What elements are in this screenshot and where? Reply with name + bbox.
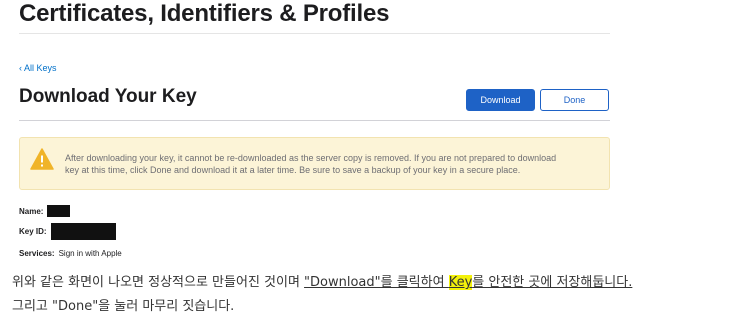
warning-text: After downloading your key, it cannot be… bbox=[65, 152, 609, 176]
key-name-row: Name: bbox=[19, 205, 71, 217]
services-value: Sign in with Apple bbox=[58, 249, 122, 258]
keyid-redacted bbox=[50, 223, 116, 240]
page-title: Certificates, Identifiers & Profiles bbox=[19, 0, 390, 27]
caption-text: 위와 같은 화면이 나오면 정상적으로 만들어진 것이며 "Download"를… bbox=[12, 271, 632, 319]
header-divider bbox=[19, 33, 610, 34]
services-row: Services: Sign in with Apple bbox=[19, 249, 122, 258]
section-divider bbox=[19, 120, 610, 121]
caption-line1-part1: 위와 같은 화면이 나오면 정상적으로 만들어진 것이며 bbox=[12, 275, 305, 290]
name-redacted bbox=[47, 205, 71, 217]
warning-banner: After downloading your key, it cannot be… bbox=[19, 137, 610, 190]
key-id-row: Key ID: bbox=[19, 223, 116, 240]
caption-line1-part3: 를 안전한 곳에 저장해둡니다. bbox=[472, 275, 633, 290]
section-title: Download Your Key bbox=[19, 86, 197, 107]
name-label: Name: bbox=[19, 206, 44, 216]
caption-line-2: 그리고 "Done"을 눌러 마무리 짓습니다. bbox=[12, 299, 235, 314]
done-button[interactable]: Done bbox=[540, 89, 609, 111]
warning-line-2: key at this time, click Done and downloa… bbox=[65, 165, 521, 175]
warning-line-1: After downloading your key, it cannot be… bbox=[65, 153, 557, 163]
caption-key-highlight: Key bbox=[448, 275, 473, 290]
warning-triangle-icon bbox=[30, 148, 54, 170]
download-button[interactable]: Download bbox=[466, 89, 535, 111]
keyid-label: Key ID: bbox=[19, 227, 47, 236]
services-label: Services: bbox=[19, 249, 55, 258]
all-keys-link[interactable]: ‹ All Keys bbox=[19, 63, 57, 73]
caption-line1-part2: "Download"를 클릭하여 bbox=[304, 275, 449, 290]
caption-line-1: 위와 같은 화면이 나오면 정상적으로 만들어진 것이며 "Download"를… bbox=[12, 271, 632, 295]
